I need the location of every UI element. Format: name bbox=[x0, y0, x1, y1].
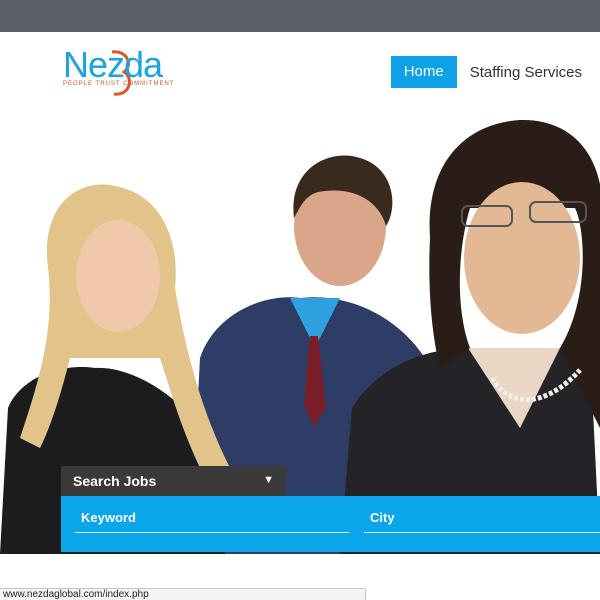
caret-down-icon: ▼ bbox=[263, 474, 274, 486]
main-nav: Home Staffing Services bbox=[390, 56, 600, 88]
browser-status-url: www.nezdaglobal.com/index.php bbox=[0, 588, 366, 600]
keyword-input[interactable] bbox=[75, 506, 355, 525]
nav-staffing-services[interactable]: Staffing Services bbox=[470, 64, 600, 81]
nav-home[interactable]: Home bbox=[390, 56, 457, 88]
search-form bbox=[61, 496, 600, 552]
logo-wordmark: Nezda bbox=[63, 44, 163, 85]
logo-tagline: PEOPLE TRUST COMMITMENT bbox=[63, 81, 175, 87]
search-jobs-title: Search Jobs bbox=[73, 473, 157, 489]
browser-top-bar bbox=[0, 0, 600, 32]
city-input[interactable] bbox=[364, 506, 600, 525]
nezda-logo[interactable]: Nezda PEOPLE TRUST COMMITMENT bbox=[60, 44, 180, 102]
city-field-wrapper bbox=[364, 506, 600, 533]
keyword-field-wrapper bbox=[75, 506, 355, 533]
search-jobs-toggle[interactable]: Search Jobs ▼ bbox=[61, 466, 286, 496]
